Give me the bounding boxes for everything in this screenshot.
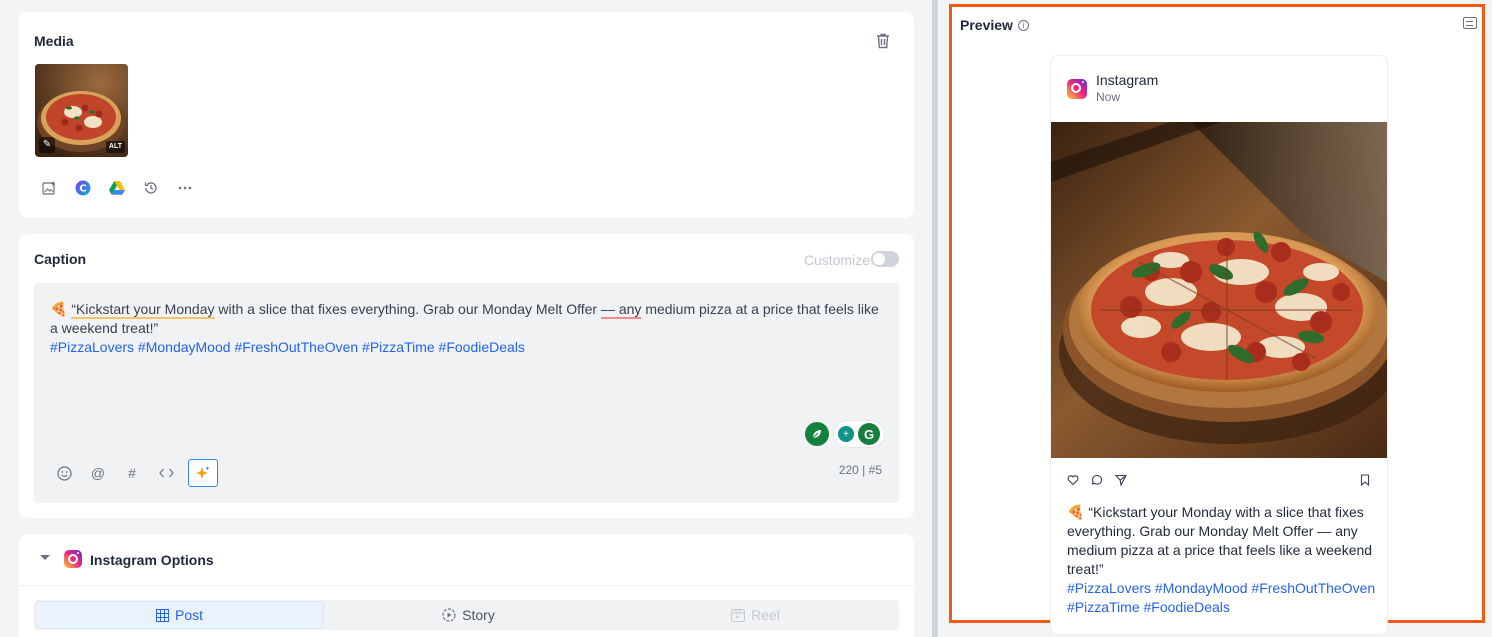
preview-panel: Preview i Instagram Now 🍕 “Kickstart you… — [949, 4, 1485, 635]
post-account-name: Instagram — [1096, 72, 1159, 88]
code-icon[interactable] — [158, 465, 174, 481]
panel-splitter[interactable] — [932, 0, 938, 637]
divider — [19, 585, 914, 586]
post-image — [1051, 122, 1387, 458]
caption-editor[interactable]: 🍕 “Kickstart your Monday with a slice th… — [34, 283, 899, 503]
instagram-icon — [1067, 79, 1087, 99]
caption-card: Caption Customize 🍕 “Kickstart your Mond… — [19, 234, 914, 518]
history-icon[interactable] — [143, 180, 159, 196]
customize-toggle[interactable] — [871, 251, 899, 267]
hashtag-icon[interactable]: # — [124, 465, 140, 481]
mention-icon[interactable]: @ — [90, 465, 106, 481]
tab-label: Post — [174, 607, 203, 623]
trash-icon[interactable] — [876, 33, 890, 49]
instagram-options-card: Instagram Options Post Story Reel — [19, 534, 914, 637]
post-caption: 🍕 “Kickstart your Monday with a slice th… — [1067, 503, 1377, 617]
grammarly-icon[interactable]: G — [858, 423, 880, 445]
tab-post[interactable]: Post — [35, 601, 324, 629]
caption-title: Caption — [34, 251, 87, 267]
media-thumbnail[interactable]: ✎ ALT — [35, 64, 128, 157]
pizza-emoji: 🍕 — [50, 301, 68, 317]
story-icon — [442, 608, 456, 622]
add-image-icon[interactable] — [41, 180, 57, 196]
reel-icon — [731, 608, 746, 622]
caption-toolbar: @ # — [56, 459, 218, 487]
tab-reel[interactable]: Reel — [612, 600, 899, 630]
share-icon[interactable] — [1114, 474, 1127, 487]
tab-story[interactable]: Story — [325, 600, 612, 630]
google-drive-icon[interactable] — [109, 180, 125, 196]
post-caption-hashtags: #PizzaLovers #MondayMood #FreshOutTheOve… — [1067, 580, 1376, 615]
caption-text-part: “Kickstart your Monday — [71, 301, 215, 319]
caption-text-part: — any — [600, 301, 642, 319]
ai-sparkle-icon[interactable] — [188, 459, 218, 487]
caption-text[interactable]: 🍕 “Kickstart your Monday with a slice th… — [50, 300, 890, 357]
info-icon[interactable]: i — [1018, 20, 1029, 31]
media-toolbar: C — [41, 180, 193, 196]
edit-pencil-icon[interactable]: ✎ — [39, 137, 55, 153]
leaf-icon[interactable] — [805, 422, 829, 446]
svg-text:C: C — [79, 184, 86, 195]
collapse-caret-icon[interactable] — [40, 555, 50, 560]
grammarly-widget[interactable]: + G — [833, 420, 885, 448]
caption-text-part: with a slice that fixes everything. Grab… — [214, 301, 601, 317]
more-icon[interactable] — [177, 180, 193, 196]
post-time: Now — [1096, 90, 1121, 104]
comment-icon[interactable] — [1463, 17, 1477, 29]
media-card: Media ✎ ALT C — [19, 12, 914, 218]
emoji-icon[interactable] — [56, 465, 72, 481]
post-type-tabs: Post Story Reel — [34, 600, 899, 630]
bulb-icon[interactable]: + — [838, 426, 854, 442]
grid-icon — [155, 608, 169, 622]
instagram-options-title[interactable]: Instagram Options — [90, 552, 214, 568]
post-actions — [1067, 474, 1371, 488]
tab-label: Reel — [751, 607, 780, 623]
alt-text-badge[interactable]: ALT — [105, 141, 125, 153]
tab-label: Story — [462, 607, 495, 623]
post-caption-text: “Kickstart your Monday with a slice that… — [1067, 504, 1373, 577]
preview-title: Preview — [960, 17, 1013, 33]
instagram-post-preview: Instagram Now 🍕 “Kickstart your Monday w… — [1050, 55, 1388, 635]
hashtag-count: #5 — [868, 463, 882, 477]
pizza-emoji: 🍕 — [1067, 504, 1085, 520]
bookmark-icon[interactable] — [1359, 474, 1371, 487]
media-title: Media — [34, 33, 74, 49]
instagram-icon — [64, 550, 82, 568]
char-count: 220 — [838, 463, 859, 477]
composer-panel: Media ✎ ALT C Caption Customize 🍕 “Kicks… — [0, 0, 932, 637]
heart-icon[interactable] — [1067, 474, 1079, 486]
writing-assistant: + G — [805, 420, 885, 448]
customize-label: Customize — [803, 252, 870, 268]
canva-icon[interactable]: C — [75, 180, 91, 196]
character-count: 220 | #5 — [838, 463, 882, 477]
comment-bubble-icon[interactable] — [1091, 474, 1103, 486]
caption-hashtags: #PizzaLovers #MondayMood #FreshOutTheOve… — [50, 339, 525, 355]
